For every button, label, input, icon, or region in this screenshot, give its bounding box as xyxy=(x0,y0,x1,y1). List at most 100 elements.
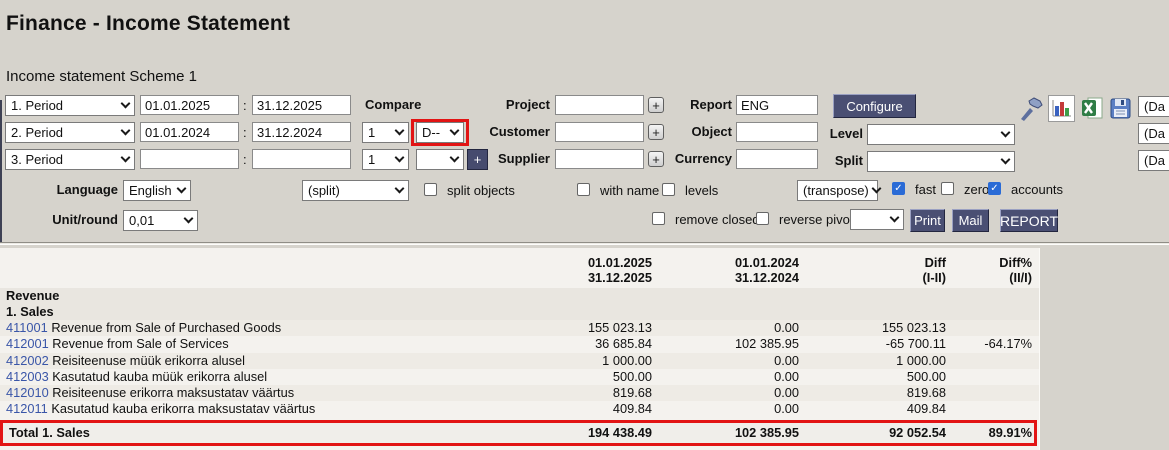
bar-chart-icon[interactable] xyxy=(1048,95,1075,122)
diff-value: 1 000.00 xyxy=(896,352,946,368)
fast-label: fast xyxy=(915,182,936,197)
chevron-down-icon xyxy=(176,183,187,194)
chevron-down-icon xyxy=(183,213,194,224)
period-2-select[interactable]: 2. Period xyxy=(5,122,135,143)
income-statement-table: 01.01.2025 31.12.2025 01.01.2024 31.12.202… xyxy=(0,248,1040,450)
account-link[interactable]: 412001 xyxy=(6,336,49,351)
project-label: Project xyxy=(505,97,550,112)
period1-value: 1 000.00 xyxy=(602,352,652,368)
remove-closed-checkbox[interactable] xyxy=(652,212,665,225)
supplier-input[interactable] xyxy=(555,149,644,169)
accounts-label: accounts xyxy=(1011,182,1064,197)
account-name: Revenue from Sale of Services xyxy=(52,336,229,352)
table-row: 412011 Kasutatud kauba erikorra maksusta… xyxy=(0,401,1039,417)
compare-count-2-select[interactable]: 1 xyxy=(362,122,409,143)
total-diff-pct-value: 89.91% xyxy=(988,425,1032,441)
date-separator: : xyxy=(243,125,247,140)
excel-export-icon[interactable] xyxy=(1080,96,1105,121)
chevron-down-icon xyxy=(120,125,131,136)
compare-count-3-select[interactable]: 1 xyxy=(362,149,409,170)
side-select-1[interactable]: (Da xyxy=(1138,96,1169,117)
total-label: Total 1. Sales xyxy=(9,425,90,441)
period1-value: 36 685.84 xyxy=(595,336,652,352)
print-button[interactable]: Print xyxy=(910,209,945,232)
account-link[interactable]: 412003 xyxy=(6,369,49,384)
side-select-2[interactable]: (Da xyxy=(1138,123,1169,144)
account-name: Reisiteenuse erikorra maksustatav väärtu… xyxy=(52,385,295,401)
report-input[interactable] xyxy=(736,95,818,115)
total-diff-value: 92 052.54 xyxy=(889,425,946,441)
period-3-value: 3. Period xyxy=(11,152,64,167)
zero-label: zero xyxy=(964,182,990,197)
project-input[interactable] xyxy=(555,95,644,115)
section-divider xyxy=(0,242,1169,245)
report-button[interactable]: REPORT xyxy=(1000,209,1058,232)
diff-pct-value: -64.17% xyxy=(984,336,1032,352)
period1-value: 819.68 xyxy=(612,385,652,401)
account-name: Kasutatud kauba erikorra maksustatav vää… xyxy=(51,401,316,417)
period-3-from-input[interactable] xyxy=(140,149,239,169)
account-link[interactable]: 411001 xyxy=(6,320,48,335)
account-name: Kasutatud kauba müük erikorra alusel xyxy=(52,368,268,384)
customer-label: Customer xyxy=(489,124,550,139)
total-sales-row: Total 1. Sales 194 438.49 102 385.95 92 … xyxy=(3,423,1034,443)
split-label: Split xyxy=(834,153,863,168)
diff-value: 155 023.13 xyxy=(881,320,946,335)
account-link[interactable]: 412011 xyxy=(6,401,48,416)
customer-input[interactable] xyxy=(555,122,644,142)
reverse-pivot-label: reverse pivot xyxy=(779,212,854,227)
section-row-revenue: Revenue xyxy=(0,288,1039,304)
language-label: Language xyxy=(56,182,118,197)
period-3-to-input[interactable] xyxy=(252,149,351,169)
table-row: 412003 Kasutatud kauba müük erikorra alu… xyxy=(0,369,1039,385)
chevron-down-icon xyxy=(394,152,405,163)
scheme-subtitle: Income statement Scheme 1 xyxy=(6,68,197,85)
period1-value: 500.00 xyxy=(612,368,652,384)
chevron-down-icon xyxy=(394,183,405,194)
fast-checkbox[interactable] xyxy=(892,182,905,195)
report-label: Report xyxy=(690,97,732,112)
col-header-diff: Diff (I-II) xyxy=(922,254,946,286)
supplier-label: Supplier xyxy=(497,151,550,166)
total-sales-highlight-box: Total 1. Sales 194 438.49 102 385.95 92 … xyxy=(0,419,1037,446)
level-select[interactable] xyxy=(867,124,1015,145)
split-mode-select[interactable]: (split) xyxy=(302,180,409,201)
col-header-period2: 01.01.2024 31.12.2024 xyxy=(734,254,799,286)
period2-value: 0.00 xyxy=(774,385,799,401)
unit-round-select[interactable]: 0,01 xyxy=(123,210,198,231)
accounts-checkbox[interactable] xyxy=(988,182,1001,195)
transpose-select[interactable]: (transpose) xyxy=(797,180,882,201)
compare-label: Compare xyxy=(365,97,422,112)
diff-value: 409.84 xyxy=(906,401,946,417)
chevron-down-icon xyxy=(120,98,131,109)
levels-checkbox[interactable] xyxy=(662,183,675,196)
reverse-pivot-checkbox[interactable] xyxy=(756,212,769,225)
period1-value: 409.84 xyxy=(612,401,652,417)
account-link[interactable]: 412010 xyxy=(6,385,49,400)
mail-button[interactable]: Mail xyxy=(952,209,989,232)
period-1-to-input[interactable] xyxy=(252,95,351,115)
period-2-from-input[interactable] xyxy=(140,122,239,142)
unit-round-label: Unit/round xyxy=(52,212,118,227)
configure-button[interactable]: Configure xyxy=(833,94,916,118)
hammer-icon[interactable] xyxy=(1018,96,1044,122)
period-1-select[interactable]: 1. Period xyxy=(5,95,135,116)
chevron-down-icon xyxy=(120,152,131,163)
chevron-down-icon xyxy=(394,125,405,136)
save-icon[interactable] xyxy=(1108,96,1133,121)
with-name-checkbox[interactable] xyxy=(577,183,590,196)
period-1-from-input[interactable] xyxy=(140,95,239,115)
pivot-select[interactable] xyxy=(850,209,904,230)
split-objects-checkbox[interactable] xyxy=(424,183,437,196)
side-select-3[interactable]: (Da xyxy=(1138,150,1169,171)
split-select[interactable] xyxy=(867,151,1015,172)
period-3-select[interactable]: 3. Period xyxy=(5,149,135,170)
account-link[interactable]: 412002 xyxy=(6,353,49,368)
language-select[interactable]: English xyxy=(123,180,191,201)
account-name: Reisiteenuse müük erikorra alusel xyxy=(52,352,246,368)
levels-label: levels xyxy=(685,183,719,198)
period-2-to-input[interactable] xyxy=(252,122,351,142)
page-title: Finance - Income Statement xyxy=(6,12,291,35)
zero-checkbox[interactable] xyxy=(941,182,954,195)
table-row: 412001 Revenue from Sale of Services 36 … xyxy=(0,336,1039,352)
